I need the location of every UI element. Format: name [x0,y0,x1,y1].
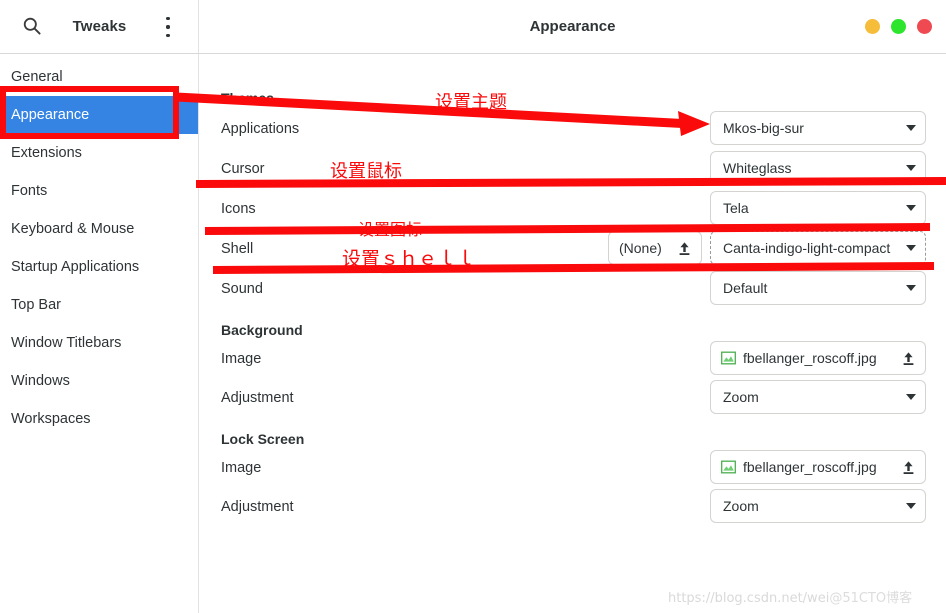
annotation-text-cursor: 设置鼠标 [330,161,402,182]
background-image-file-chooser[interactable]: fbellanger_roscoff.jpg [710,341,926,375]
sidebar-item-label: Startup Applications [11,259,140,275]
label-background-adjustment: Adjustment [221,390,294,406]
label-sound: Sound [221,281,263,297]
watermark: https://blog.csdn.net/wei@51CTO博客 [668,587,912,606]
sidebar-item-window-titlebars[interactable]: Window Titlebars [0,324,198,362]
chevron-down-icon [906,245,916,251]
annotation-text-icons: 设置图标 [358,220,423,239]
sidebar-item-label: Extensions [11,145,82,161]
chevron-down-icon [906,285,916,291]
background-image-value: fbellanger_roscoff.jpg [743,350,877,366]
lock-screen-image-file-chooser[interactable]: fbellanger_roscoff.jpg [710,450,926,484]
menu-kebab-icon[interactable] [161,17,175,37]
sidebar-item-label: Keyboard & Mouse [11,221,135,237]
cursor-theme-value: Whiteglass [723,160,792,176]
maximize-button[interactable] [891,19,906,34]
sidebar-item-windows[interactable]: Windows [0,362,198,400]
sidebar-item-label: Window Titlebars [11,335,122,351]
minimize-button[interactable] [865,19,880,34]
label-shell: Shell [221,241,254,257]
shell-theme-file-chooser[interactable]: (None) [608,231,702,265]
header-left-pane: Tweaks [0,0,199,53]
image-file-icon [721,351,736,365]
sidebar-item-appearance[interactable]: Appearance [0,96,198,134]
chevron-down-icon [906,503,916,509]
upload-icon [678,241,691,256]
chevron-down-icon [906,165,916,171]
label-icons: Icons [221,201,256,217]
label-lock-screen-image: Image [221,460,262,476]
upload-icon [902,460,915,475]
cursor-theme-dropdown[interactable]: Whiteglass [710,151,926,185]
sidebar-item-label: Workspaces [11,411,91,427]
icons-theme-value: Tela [723,200,749,216]
section-heading-background: Background [221,322,303,338]
header-bar: Tweaks Appearance [0,0,946,54]
sidebar-item-label: General [11,69,63,85]
section-heading-themes: Themes [221,90,274,106]
watermark-url: https://blog.csdn.net/wei [668,591,830,606]
chevron-down-icon [906,125,916,131]
label-applications: Applications [221,121,300,137]
chevron-down-icon [906,394,916,400]
label-lock-screen-adjustment: Adjustment [221,499,294,515]
sound-theme-dropdown[interactable]: Default [710,271,926,305]
sidebar-item-label: Top Bar [11,297,61,313]
background-adjustment-value: Zoom [723,389,759,405]
shell-theme-value: Canta-indigo-light-compact [723,240,891,256]
sidebar-item-extensions[interactable]: Extensions [0,134,198,172]
label-cursor: Cursor [221,161,265,177]
sidebar-item-top-bar[interactable]: Top Bar [0,286,198,324]
sidebar-item-workspaces[interactable]: Workspaces [0,400,198,438]
sidebar-item-general[interactable]: General [0,58,198,96]
section-heading-lock-screen: Lock Screen [221,431,305,447]
sidebar-item-label: Appearance [11,107,90,123]
sidebar-item-keyboard-and-mouse[interactable]: Keyboard & Mouse [0,210,198,248]
lock-screen-adjustment-dropdown[interactable]: Zoom [710,489,926,523]
upload-icon [902,351,915,366]
sidebar-item-fonts[interactable]: Fonts [0,172,198,210]
sound-theme-value: Default [723,280,768,296]
sidebar-item-label: Windows [11,373,70,389]
applications-theme-dropdown[interactable]: Mkos-big-sur [710,111,926,145]
page-title: Appearance [529,18,616,35]
close-button[interactable] [917,19,932,34]
sidebar-item-startup-applications[interactable]: Startup Applications [0,248,198,286]
sidebar: General Appearance Extensions Fonts Keyb… [0,54,199,613]
label-background-image: Image [221,351,262,367]
annotation-text-theme: 设置主题 [435,92,507,113]
icons-theme-dropdown[interactable]: Tela [710,191,926,225]
chevron-down-icon [906,205,916,211]
annotation-text-shell: 设置ｓｈｅｌｌ [342,248,476,270]
window-controls [865,19,932,34]
tweaks-window: Tweaks Appearance General Appearance Ext… [0,0,946,613]
shell-theme-file-value: (None) [619,240,662,256]
sidebar-item-label: Fonts [11,183,48,199]
lock-screen-adjustment-value: Zoom [723,498,759,514]
applications-theme-value: Mkos-big-sur [723,120,804,136]
appearance-settings-panel: Themes Applications Mkos-big-sur Cursor … [200,54,946,613]
shell-theme-dropdown[interactable]: Canta-indigo-light-compact [710,231,926,265]
watermark-tag: @51CTO博客 [829,591,913,606]
lock-screen-image-value: fbellanger_roscoff.jpg [743,459,877,475]
image-file-icon [721,460,736,474]
background-adjustment-dropdown[interactable]: Zoom [710,380,926,414]
